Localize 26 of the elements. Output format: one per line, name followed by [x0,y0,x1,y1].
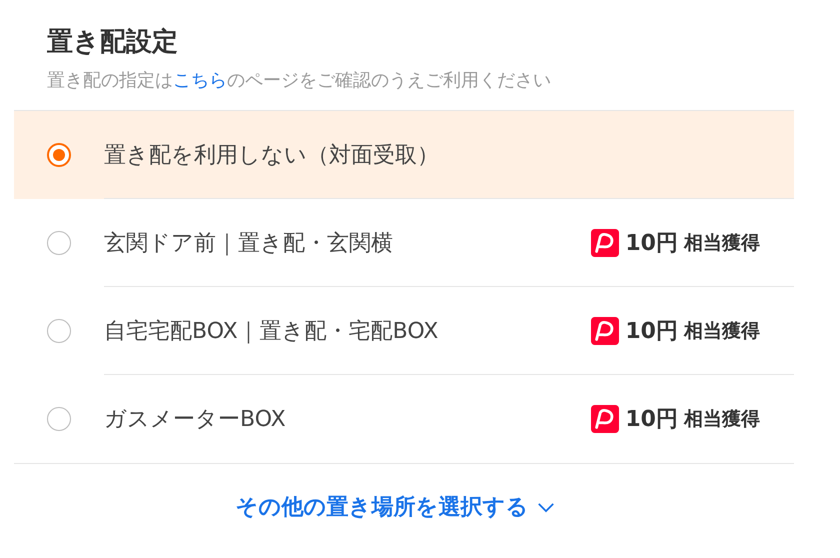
points-icon [591,405,620,433]
points-icon [591,316,620,344]
points-amount: 10円 [625,318,678,346]
radio-button[interactable] [47,319,71,343]
option-label: 玄関ドア前｜置き配・玄関横 [104,230,393,258]
points-icon [591,228,620,256]
delivery-option[interactable]: 自宅宅配BOX｜置き配・宅配BOX 10円 相当獲得 [14,287,794,375]
delivery-option[interactable]: 玄関ドア前｜置き配・玄関横 10円 相当獲得 [14,199,794,287]
section-title: 置き配設定 [47,26,179,59]
points-label: 相当獲得 [684,230,760,256]
delivery-option[interactable]: ガスメーターBOX 10円 相当獲得 [14,375,794,463]
points-label: 相当獲得 [684,318,760,344]
details-link[interactable]: こちら [173,70,227,91]
points-label: 相当獲得 [684,407,760,432]
points-amount: 10円 [625,230,678,258]
radio-button[interactable] [47,231,71,255]
chevron-down-icon [536,502,554,512]
radio-button[interactable] [47,143,71,167]
option-label: 置き配を利用しない（対面受取） [104,142,439,170]
delivery-option[interactable]: 置き配を利用しない（対面受取） [14,111,794,199]
points-amount: 10円 [625,406,678,434]
option-label: ガスメーターBOX [104,406,286,434]
instruction-text: 置き配の指定はこちらのページをご確認のうえご利用ください [47,69,552,93]
more-locations-link[interactable]: その他の置き場所を選択する [236,492,554,522]
radio-button[interactable] [47,407,71,431]
option-label: 自宅宅配BOX｜置き配・宅配BOX [104,318,438,346]
